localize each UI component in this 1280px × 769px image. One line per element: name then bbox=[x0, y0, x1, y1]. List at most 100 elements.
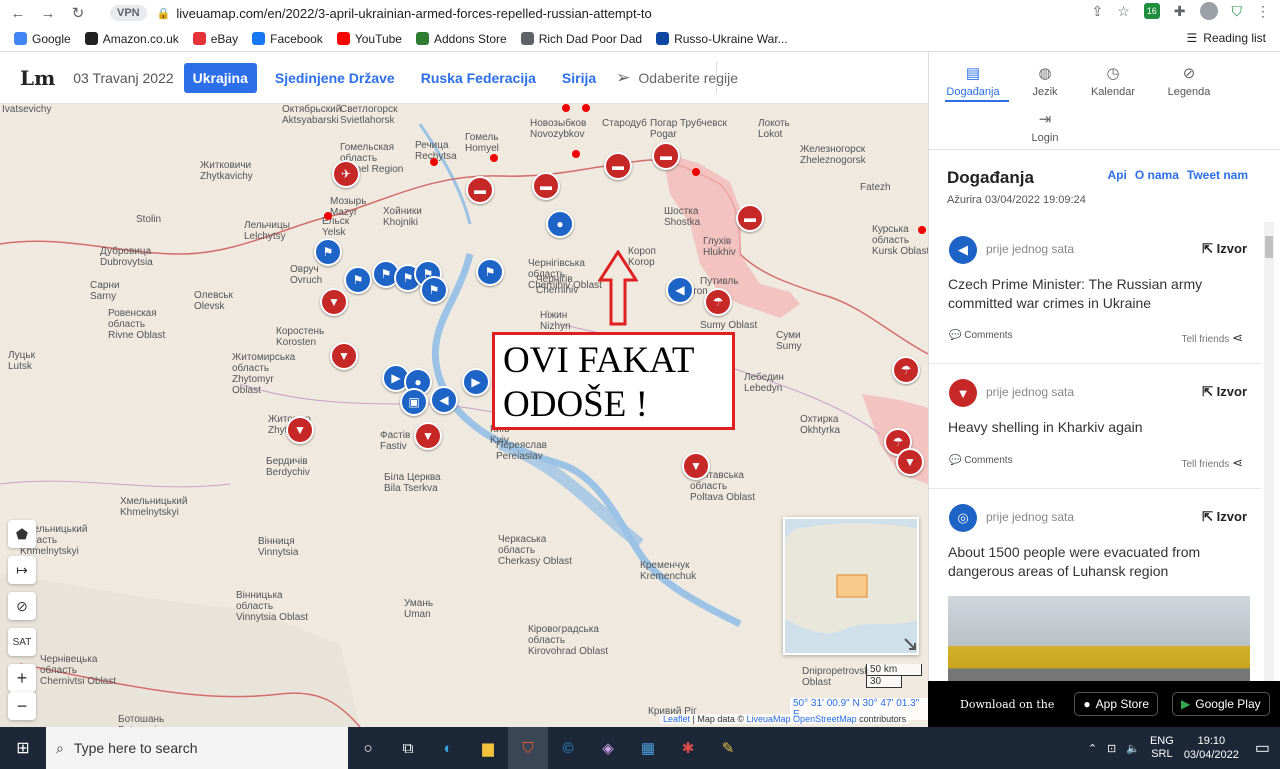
feed-scrollbar[interactable] bbox=[1264, 222, 1274, 682]
russian-event-marker-icon[interactable]: ▬ bbox=[736, 204, 764, 232]
bookmark-item[interactable]: Rich Dad Poor Dad bbox=[520, 32, 642, 46]
current-date[interactable]: 03 Travanj 2022 bbox=[73, 70, 173, 86]
russian-event-marker-icon[interactable]: ✈ bbox=[332, 160, 360, 188]
event-dot[interactable] bbox=[692, 168, 700, 176]
vpn-badge[interactable]: VPN bbox=[110, 5, 147, 21]
russian-event-marker-icon[interactable]: ☂ bbox=[704, 288, 732, 316]
zoom-out-button[interactable]: − bbox=[8, 692, 36, 720]
volume-icon[interactable]: 🔈 bbox=[1126, 742, 1140, 755]
event-text[interactable]: Czech Prime Minister: The Russian army c… bbox=[948, 275, 1238, 313]
zoom-in-button[interactable]: + bbox=[8, 664, 36, 692]
ukrainian-event-marker-icon[interactable]: ◀ bbox=[430, 386, 458, 414]
russian-event-marker-icon[interactable]: ▬ bbox=[466, 176, 494, 204]
game-icon[interactable]: ✱ bbox=[668, 727, 708, 769]
back-arrow-icon[interactable]: ← bbox=[6, 2, 30, 24]
tab-usa[interactable]: Sjedinjene Države bbox=[275, 70, 395, 86]
tray-chevron-icon[interactable]: ⌃ bbox=[1088, 742, 1097, 755]
tab-ukrajina[interactable]: Ukrajina bbox=[183, 62, 257, 93]
about-link[interactable]: O nama bbox=[1135, 168, 1179, 182]
ukrainian-event-marker-icon[interactable]: ⚑ bbox=[344, 266, 372, 294]
bookmark-item[interactable]: Google bbox=[14, 32, 71, 46]
bookmark-item[interactable]: Russo-Ukraine War... bbox=[656, 32, 788, 46]
ukrainian-event-marker-icon[interactable]: ▶ bbox=[462, 368, 490, 396]
comments-link[interactable]: 💬 Comments bbox=[949, 330, 1013, 341]
russian-event-marker-icon[interactable]: ▼ bbox=[320, 288, 348, 316]
event-dot[interactable] bbox=[562, 104, 570, 112]
event-dot[interactable] bbox=[430, 158, 438, 166]
russian-event-marker-icon[interactable]: ▬ bbox=[604, 152, 632, 180]
reading-list[interactable]: ☰ Reading list bbox=[1187, 31, 1266, 45]
shield-icon[interactable]: ⛉ bbox=[1232, 3, 1243, 20]
minimap[interactable] bbox=[783, 517, 919, 655]
lock-icon[interactable]: 🔒 bbox=[157, 7, 171, 20]
russian-event-marker-icon[interactable]: ▼ bbox=[896, 448, 924, 476]
bookmark-item[interactable]: eBay bbox=[192, 32, 238, 46]
event-card[interactable]: ▼ prije jednog sata ⇱ Izvor Heavy shelli… bbox=[929, 365, 1261, 489]
event-text[interactable]: Heavy shelling in Kharkiv again bbox=[948, 418, 1238, 437]
photo-app-icon[interactable]: ▦ bbox=[628, 727, 668, 769]
nav-calendar[interactable]: ◷ Kalendar bbox=[1073, 64, 1153, 98]
bookmark-item[interactable]: Facebook bbox=[252, 32, 323, 46]
bookmark-item[interactable]: Addons Store bbox=[415, 32, 507, 46]
russian-event-marker-icon[interactable]: ▼ bbox=[286, 416, 314, 444]
taskbar-clock[interactable]: 19:10 03/04/2022 bbox=[1184, 734, 1239, 762]
notification-icon[interactable]: ▭ bbox=[1255, 738, 1270, 758]
leaflet-link[interactable]: Leaflet bbox=[663, 714, 690, 724]
russian-event-marker-icon[interactable]: ☂ bbox=[892, 356, 920, 384]
ukrainian-event-marker-icon[interactable]: ◀ bbox=[666, 276, 694, 304]
star-icon[interactable]: ☆ bbox=[1117, 3, 1130, 20]
ukrainian-event-marker-icon[interactable]: ⚑ bbox=[314, 238, 342, 266]
tab-syria[interactable]: Sirija bbox=[562, 70, 596, 86]
russian-event-marker-icon[interactable]: ▼ bbox=[330, 342, 358, 370]
source-link[interactable]: ⇱ Izvor bbox=[1202, 241, 1247, 257]
nav-legend[interactable]: ⊘ Legenda bbox=[1149, 64, 1229, 98]
puzzle-icon[interactable]: ✚ bbox=[1174, 3, 1186, 20]
source-link[interactable]: ⇱ Izvor bbox=[1202, 509, 1247, 525]
russian-event-marker-icon[interactable]: ▼ bbox=[414, 422, 442, 450]
app-store-button[interactable]: ● App Store bbox=[1074, 692, 1159, 716]
ukrainian-event-marker-icon[interactable]: ⚑ bbox=[420, 276, 448, 304]
paint-icon[interactable]: ✎ bbox=[708, 727, 748, 769]
polygon-tool-icon[interactable]: ⬟ bbox=[8, 520, 36, 548]
region-selector[interactable]: ➢ Odaberite regije bbox=[616, 68, 738, 88]
event-card[interactable]: ◎ prije jednog sata ⇱ Izvor About 1500 p… bbox=[929, 490, 1261, 690]
address-bar[interactable]: liveuamap.com/en/2022/3-april-ukrainian-… bbox=[176, 6, 651, 21]
event-image[interactable] bbox=[948, 596, 1250, 686]
reload-icon[interactable]: ↻ bbox=[66, 2, 90, 24]
osm-link[interactable]: LiveuaMap OpenStreetMap bbox=[747, 714, 857, 724]
event-text[interactable]: About 1500 people were evacuated from da… bbox=[948, 543, 1238, 581]
ccleaner-icon[interactable]: © bbox=[548, 727, 588, 769]
source-link[interactable]: ⇱ Izvor bbox=[1202, 384, 1247, 400]
taskbar-search[interactable]: ⌕ Type here to search bbox=[46, 727, 348, 769]
russian-event-marker-icon[interactable]: ▬ bbox=[652, 142, 680, 170]
bookmark-item[interactable]: YouTube bbox=[336, 32, 402, 46]
ukrainian-event-marker-icon[interactable]: ▣ bbox=[400, 388, 428, 416]
event-dot[interactable] bbox=[490, 154, 498, 162]
tweet-link[interactable]: Tweet nam bbox=[1187, 168, 1248, 182]
russian-event-marker-icon[interactable]: ▬ bbox=[532, 172, 560, 200]
scroll-thumb[interactable] bbox=[1265, 236, 1273, 258]
event-dot[interactable] bbox=[572, 150, 580, 158]
language-indicator[interactable]: ENG SRL bbox=[1150, 735, 1174, 761]
site-logo[interactable]: Lm bbox=[20, 66, 55, 90]
russian-event-marker-icon[interactable]: ▼ bbox=[682, 452, 710, 480]
file-explorer-icon[interactable]: ▆ bbox=[468, 727, 508, 769]
event-card[interactable]: ◀ prije jednog sata ⇱ Izvor Czech Prime … bbox=[929, 222, 1261, 364]
share-icon[interactable]: ⇪ bbox=[1091, 3, 1103, 20]
satellite-toggle[interactable]: SAT bbox=[8, 628, 36, 656]
task-view-icon[interactable]: ⧉ bbox=[388, 727, 428, 769]
bookmark-item[interactable]: Amazon.co.uk bbox=[84, 32, 179, 46]
cortana-icon[interactable]: ○ bbox=[348, 727, 388, 769]
tell-friends[interactable]: Tell friends ⋖ bbox=[1182, 455, 1244, 471]
profile-avatar[interactable] bbox=[1199, 2, 1218, 20]
event-dot[interactable] bbox=[324, 212, 332, 220]
app-icon[interactable]: ◈ bbox=[588, 727, 628, 769]
forward-arrow-icon[interactable]: → bbox=[36, 2, 60, 24]
windows-start-icon[interactable]: ⊞ bbox=[0, 727, 46, 769]
tell-friends[interactable]: Tell friends ⋖ bbox=[1182, 330, 1244, 346]
extension-badge-icon[interactable]: 16 bbox=[1143, 3, 1160, 19]
nav-events[interactable]: ▤ Događanja bbox=[933, 64, 1013, 98]
brave-browser-icon[interactable]: ⛉ bbox=[508, 727, 548, 769]
google-play-button[interactable]: ▶ Google Play bbox=[1172, 692, 1270, 716]
api-link[interactable]: Api bbox=[1108, 168, 1127, 182]
